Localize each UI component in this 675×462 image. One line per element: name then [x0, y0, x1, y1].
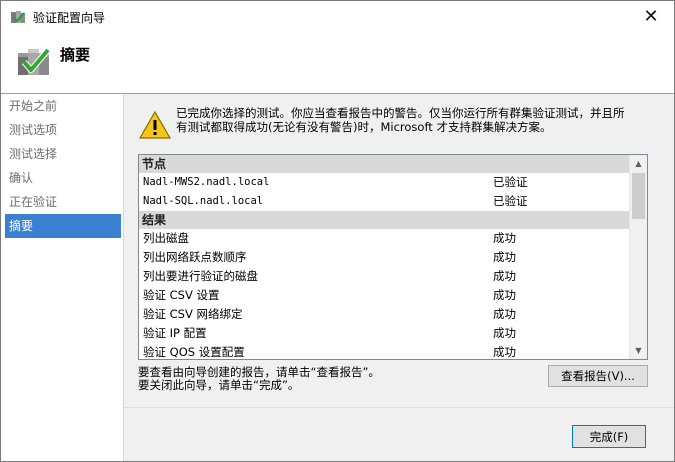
warning-icon: [138, 110, 172, 140]
list-item[interactable]: 列出要进行验证的磁盘 成功: [139, 267, 629, 286]
divider: [124, 407, 674, 408]
results-list[interactable]: 节点 Nadl-MWS2.nadl.local 已验证 Nadl-SQL.nad…: [138, 154, 648, 360]
group-header-nodes: 节点: [139, 155, 629, 173]
sidebar-item-summary[interactable]: 摘要: [5, 214, 121, 238]
page-title: 摘要: [60, 46, 91, 64]
test-name: 验证 IP 配置: [143, 326, 207, 340]
list-item[interactable]: 验证 QOS 设置配置 成功: [139, 343, 629, 359]
node-status: 已验证: [493, 194, 528, 208]
cluster-app-icon: [10, 9, 26, 25]
sidebar-item-validating[interactable]: 正在验证: [1, 190, 123, 214]
test-name: 验证 QOS 设置配置: [143, 345, 245, 359]
sidebar-item-test-selection[interactable]: 测试选择: [1, 142, 123, 166]
test-result: 成功: [493, 307, 516, 321]
wizard-header: 摘要: [1, 31, 674, 94]
sidebar-item-testing-options[interactable]: 测试选项: [1, 118, 123, 142]
list-item[interactable]: 验证 CSV 网络绑定 成功: [139, 305, 629, 324]
list-item[interactable]: 列出磁盘 成功: [139, 229, 629, 248]
instruction-close: 要关闭此向导，请单击“完成”。: [138, 378, 300, 392]
test-name: 验证 CSV 网络绑定: [143, 307, 243, 321]
scroll-down-arrow-icon[interactable]: ▼: [630, 342, 647, 359]
node-status: 已验证: [493, 175, 528, 189]
finish-button[interactable]: 完成(F): [572, 425, 646, 448]
summary-content: 已完成你选择的测试。你应当查看报告中的警告。仅当你运行所有群集验证测试，并且所 …: [124, 94, 674, 461]
node-name: Nadl-MWS2.nadl.local: [143, 176, 270, 188]
group-header-results: 结果: [139, 211, 629, 229]
warning-message-line-1: 已完成你选择的测试。你应当查看报告中的警告。仅当你运行所有群集验证测试，并且所: [176, 106, 625, 120]
test-name: 验证 CSV 设置: [143, 288, 220, 302]
test-result: 成功: [493, 326, 516, 340]
close-icon: ✕: [643, 5, 659, 27]
view-report-button[interactable]: 查看报告(V)...: [548, 365, 648, 387]
test-name: 列出要进行验证的磁盘: [143, 269, 258, 283]
wizard-steps-sidebar: 开始之前 测试选项 测试选择 确认 正在验证 摘要: [1, 94, 124, 461]
sidebar-item-confirmation[interactable]: 确认: [1, 166, 123, 190]
list-item[interactable]: Nadl-SQL.nadl.local 已验证: [139, 192, 629, 211]
instructions: 要查看由向导创建的报告，请单击“查看报告”。 要关闭此向导，请单击“完成”。: [138, 366, 380, 392]
test-result: 成功: [493, 250, 516, 264]
window-title: 验证配置向导: [33, 11, 106, 25]
vertical-scrollbar[interactable]: ▲ ▼: [629, 155, 647, 359]
test-result: 成功: [493, 288, 516, 302]
test-name: 列出磁盘: [143, 231, 189, 245]
wizard-window: 验证配置向导 ✕ 摘要 开始之前 测试选项 测试选择 确认 正在验证 摘要 已完…: [0, 0, 675, 462]
list-item[interactable]: 列出网络跃点数顺序 成功: [139, 248, 629, 267]
warning-message-line-2: 有测试都取得成功(无论有没有警告)时，Microsoft 才支持群集解决方案。: [176, 120, 552, 134]
sidebar-item-before-you-begin[interactable]: 开始之前: [1, 94, 123, 118]
node-name: Nadl-SQL.nadl.local: [143, 195, 264, 207]
list-item[interactable]: 验证 CSV 设置 成功: [139, 286, 629, 305]
title-bar[interactable]: 验证配置向导 ✕: [1, 1, 674, 31]
list-item[interactable]: 验证 IP 配置 成功: [139, 324, 629, 343]
close-button[interactable]: ✕: [628, 1, 674, 31]
test-result: 成功: [493, 269, 516, 283]
test-name: 列出网络跃点数顺序: [143, 250, 247, 264]
scrollbar-thumb[interactable]: [632, 173, 645, 219]
test-result: 成功: [493, 231, 516, 245]
warning-message: 已完成你选择的测试。你应当查看报告中的警告。仅当你运行所有群集验证测试，并且所 …: [176, 106, 666, 134]
list-item[interactable]: Nadl-MWS2.nadl.local 已验证: [139, 173, 629, 192]
scroll-up-arrow-icon[interactable]: ▲: [630, 155, 647, 172]
wizard-check-icon: [16, 43, 52, 79]
test-result: 成功: [493, 345, 516, 359]
results-rows: 节点 Nadl-MWS2.nadl.local 已验证 Nadl-SQL.nad…: [139, 155, 629, 359]
